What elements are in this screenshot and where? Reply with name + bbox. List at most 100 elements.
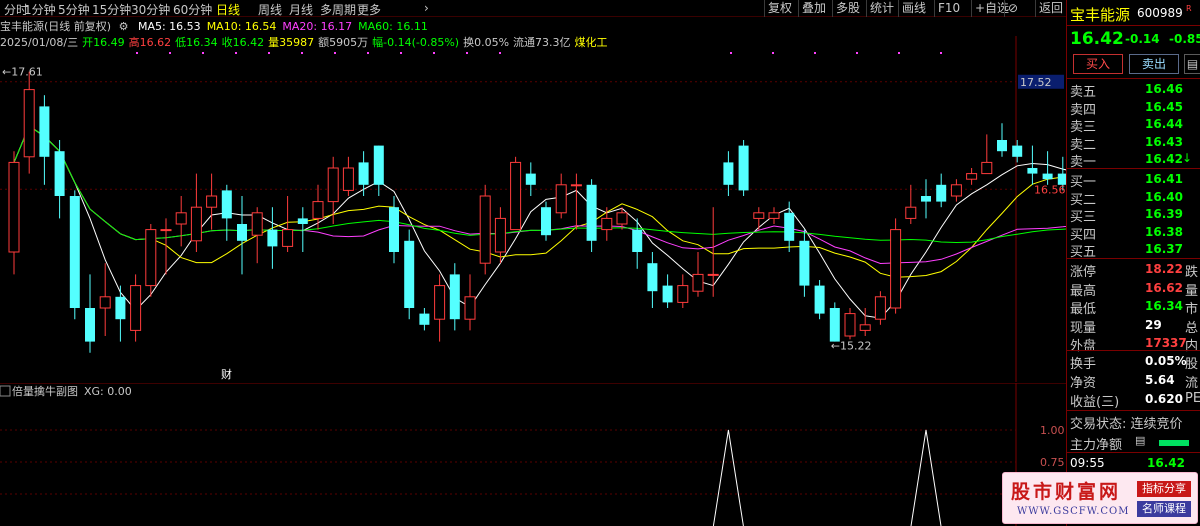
timeframe-7[interactable]: 周线 xyxy=(258,1,282,18)
fin-row-1-value: 5.64 xyxy=(1145,373,1175,387)
candle-body xyxy=(419,313,430,325)
bid-row-0-value: 16.41 xyxy=(1145,172,1183,186)
candle-body xyxy=(738,145,749,191)
stat-row-4-value: 17337 xyxy=(1145,336,1187,350)
toolbar-action-5[interactable]: F10 xyxy=(934,0,963,17)
tick-time: 09:55 xyxy=(1070,456,1105,470)
fin-row-2-label: 收益(三) xyxy=(1070,395,1120,410)
candle-body xyxy=(130,285,142,331)
list-icon[interactable]: ▤ xyxy=(1135,434,1145,447)
candle-body xyxy=(342,167,354,191)
candle-body xyxy=(768,212,780,219)
collapse-icon xyxy=(0,385,11,397)
candle-body xyxy=(692,273,704,292)
timeframe-1[interactable]: 1分钟 xyxy=(24,1,56,18)
period-toolbar: 分时 1分钟 5分钟 15分钟 30分钟 60分钟 日线 周线 月线 多周期 更多 › 复权 叠加 多股 统计… xyxy=(0,0,1066,17)
fin-row-2-value: 0.620 xyxy=(1145,392,1183,406)
indicator-chart[interactable]: 1.000.750.50倍量擒牛副图XG: 0.00 xyxy=(0,383,1066,526)
toolbar-action-7[interactable]: 返回 xyxy=(1035,0,1066,17)
candle-body xyxy=(494,217,506,253)
ask-arrow-icon: ↓ xyxy=(1182,151,1193,165)
marker-dot xyxy=(268,52,270,54)
candle-body xyxy=(69,196,80,308)
marker-dot xyxy=(433,52,435,54)
fin-row-0-value: 0.05% xyxy=(1145,354,1187,368)
marker-dot xyxy=(856,52,858,54)
stat-row-0-value: 18.22 xyxy=(1145,262,1183,276)
stat-row-2-value: 16.34 xyxy=(1145,299,1183,313)
marker-dot xyxy=(235,52,237,54)
main-flow-bar xyxy=(1159,440,1189,446)
timeframe-6[interactable]: 日线 xyxy=(216,1,240,18)
ask-row-4-value: 16.42 xyxy=(1145,152,1183,166)
sell-button[interactable]: 卖出 xyxy=(1129,54,1179,74)
candle-body xyxy=(905,206,917,219)
timeframe-9[interactable]: 多周期 xyxy=(320,1,356,18)
ask-row-1-value: 16.45 xyxy=(1145,99,1183,114)
more-arrow-icon[interactable]: › xyxy=(424,1,429,15)
candle-body xyxy=(404,240,415,308)
bid-row-1-label: 买二 xyxy=(1070,192,1097,208)
toolbar-action-0[interactable]: 复权 xyxy=(764,0,795,17)
tick-price: 16.42 xyxy=(1147,456,1185,470)
candle-body xyxy=(389,207,399,252)
candle-body xyxy=(723,162,734,185)
price-axis-label: 17.52 xyxy=(1020,76,1052,89)
menu-button[interactable]: ▤ xyxy=(1184,54,1200,74)
event-label: 财 xyxy=(221,367,232,381)
stock-name: 宝丰能源 xyxy=(1070,6,1131,24)
candle-body xyxy=(555,184,567,214)
bid-row-3-value: 16.38 xyxy=(1145,224,1183,239)
timeframe-10[interactable]: 更多 xyxy=(357,1,381,18)
candle-body xyxy=(145,229,157,287)
candle-body xyxy=(677,285,689,303)
signal-spike xyxy=(910,429,942,526)
fin-row-2-tail: PE xyxy=(1185,391,1200,406)
marker-dot xyxy=(136,52,138,54)
ma-legend-line: 宝丰能源(日线 前复权) ⚙ MA5: 16.53 MA10: 16.54 MA20… xyxy=(0,18,428,34)
stock-code: 600989 xyxy=(1137,6,1183,20)
ma-line-ma10 xyxy=(13,125,1066,278)
menu-icon: ▤ xyxy=(1186,57,1199,71)
candle-body xyxy=(221,190,232,219)
marker-dot xyxy=(898,52,900,54)
toolbar-action-4[interactable]: 画线 xyxy=(898,0,929,17)
candle-body xyxy=(814,285,825,314)
candlestick-chart[interactable]: ←17.61 ←15.22 财 17.52 16.56 xyxy=(0,36,1066,382)
candle-body xyxy=(859,324,871,331)
candle-body xyxy=(570,184,582,187)
indicator-ytick: 0.75 xyxy=(1040,456,1065,469)
candle-body xyxy=(449,274,460,320)
timeframe-8[interactable]: 月线 xyxy=(289,1,313,18)
candle-body xyxy=(358,162,369,185)
stat-row-4-tail: 内 xyxy=(1185,339,1199,354)
stat-row-2-label: 最低 xyxy=(1070,302,1097,317)
lock-icon[interactable]: ⊘ xyxy=(1004,0,1021,17)
fin-row-0-label: 换手 xyxy=(1070,357,1097,372)
timeframe-3[interactable]: 15分钟 xyxy=(92,1,131,18)
candle-body xyxy=(85,308,95,342)
bid-row-3-label: 买四 xyxy=(1070,227,1097,243)
fin-row-1-label: 净资 xyxy=(1070,376,1097,391)
toolbar-action-1[interactable]: 叠加 xyxy=(798,0,829,17)
candle-body xyxy=(190,206,202,242)
bid-row-4-value: 16.37 xyxy=(1145,242,1183,256)
candle-body xyxy=(950,184,962,197)
timeframe-2[interactable]: 5分钟 xyxy=(58,1,90,18)
candle-body xyxy=(632,229,643,252)
candle-body xyxy=(434,285,446,320)
ma-legend-3: MA60: 16.11 xyxy=(358,20,428,33)
ask-row-2-value: 16.44 xyxy=(1145,117,1183,131)
stock-title: 宝丰能源(日线 前复权) xyxy=(0,20,112,33)
bid-row-2-label: 买三 xyxy=(1070,210,1097,225)
marker-dot xyxy=(367,52,369,54)
candle-body xyxy=(753,212,765,219)
bid-row-0-label: 买一 xyxy=(1070,175,1097,190)
timeframe-5[interactable]: 60分钟 xyxy=(173,1,212,18)
buy-button[interactable]: 买入 xyxy=(1073,54,1123,74)
settings-icon[interactable]: ⚙ xyxy=(119,20,129,33)
candle-body xyxy=(206,195,218,208)
toolbar-action-2[interactable]: 多股 xyxy=(832,0,863,17)
toolbar-action-3[interactable]: 统计 xyxy=(866,0,897,17)
timeframe-4[interactable]: 30分钟 xyxy=(131,1,170,18)
